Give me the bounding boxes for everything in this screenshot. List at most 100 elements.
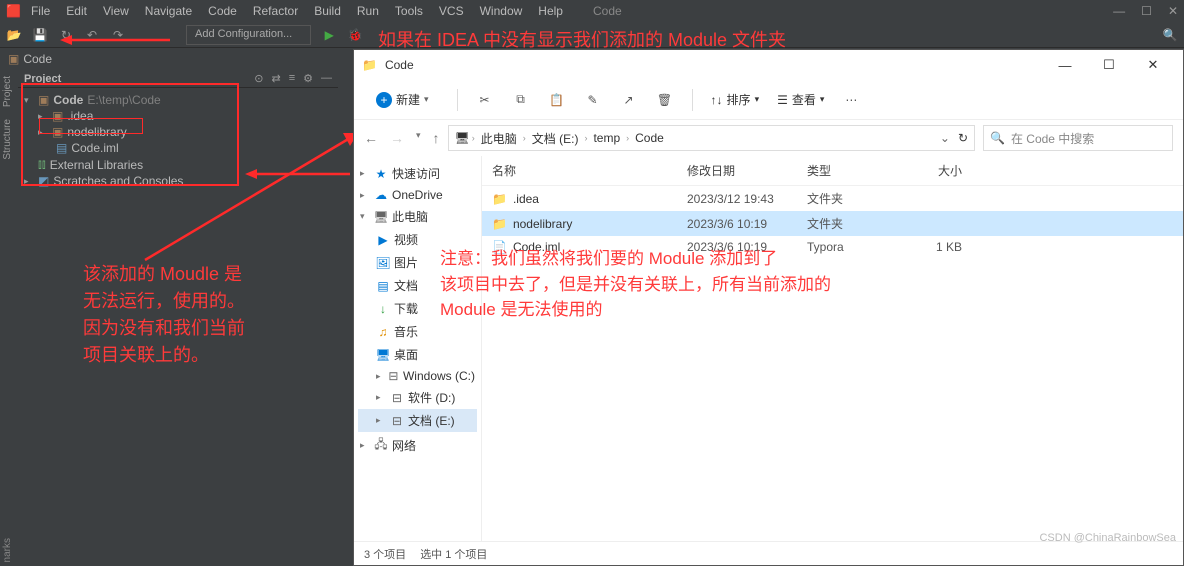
cut-icon[interactable]: ✂ (476, 91, 494, 109)
search-icon[interactable]: 🔍 (1162, 27, 1178, 43)
copy-icon[interactable]: ⧉ (512, 91, 530, 109)
search-icon: 🔍 (990, 131, 1005, 145)
tree-scratch[interactable]: ▸ ◩ Scratches and Consoles (24, 173, 332, 189)
path-code[interactable]: Code (631, 129, 668, 147)
nav-forward-icon[interactable]: → (390, 130, 404, 146)
ide-minimize-icon[interactable]: — (1113, 4, 1125, 18)
sidebar-music[interactable]: ♫音乐 (358, 320, 477, 343)
chevron-down-icon[interactable]: ▾ (24, 95, 34, 106)
delete-icon[interactable]: 🗑 (656, 91, 674, 109)
tree-extlib[interactable]: ⫾⫾ External Libraries (24, 156, 332, 173)
save-icon[interactable]: 💾 (32, 27, 48, 43)
path-pc[interactable]: 此电脑 (477, 128, 521, 149)
refresh-icon[interactable]: ↻ (958, 131, 968, 145)
menu-navigate[interactable]: Navigate (139, 2, 198, 20)
add-configuration-dropdown[interactable]: Add Configuration... (186, 25, 311, 45)
menu-refactor[interactable]: Refactor (247, 2, 304, 20)
video-icon: ▶ (376, 233, 390, 247)
sidebar-docs[interactable]: ▤文档 (358, 274, 477, 297)
file-row[interactable]: 📄Code.iml 2023/3/6 10:19 Typora 1 KB (482, 236, 1183, 258)
file-row[interactable]: 📁nodelibrary 2023/3/6 10:19 文件夹 (482, 211, 1183, 236)
close-button[interactable]: ✕ (1131, 51, 1175, 79)
undo-icon[interactable]: ↶ (84, 27, 100, 43)
chevron-right-icon[interactable]: ▸ (24, 176, 34, 187)
file-list-header[interactable]: 名称 修改日期 类型 大小 (482, 156, 1183, 186)
paste-icon[interactable]: 📋 (548, 91, 566, 109)
menu-window[interactable]: Window (474, 2, 529, 20)
breadcrumb-project[interactable]: Code (23, 52, 52, 66)
sidebar-cdrive[interactable]: ▸⊟Windows (C:) (358, 366, 477, 386)
sort-dropdown[interactable]: ↑↓ 排序 ▾ (711, 91, 760, 108)
debug-icon[interactable]: 🐞 (347, 27, 363, 43)
nav-up-icon[interactable]: ↑ (433, 130, 440, 146)
share-icon[interactable]: ↗ (620, 91, 638, 109)
sidebar-onedrive[interactable]: ▸☁OneDrive (358, 185, 477, 205)
redo-icon[interactable]: ↷ (110, 27, 126, 43)
menu-view[interactable]: View (97, 2, 135, 20)
folder-icon: 📁 (492, 192, 507, 206)
side-tab-bookmarks[interactable]: narks (2, 538, 13, 562)
col-date[interactable]: 修改日期 (687, 162, 807, 179)
open-icon[interactable]: 📂 (6, 27, 22, 43)
pc-icon: 🖥 (455, 131, 470, 145)
ide-maximize-icon[interactable]: ☐ (1141, 4, 1152, 18)
search-input[interactable]: 🔍 在 Code 中搜索 (983, 125, 1173, 151)
path-docs[interactable]: 文档 (E:) (528, 128, 583, 149)
file-row[interactable]: 📁.idea 2023/3/12 19:43 文件夹 (482, 186, 1183, 211)
sort-icon: ↑↓ (711, 93, 723, 107)
side-tab-project[interactable]: Project (0, 70, 15, 113)
sidebar-pc[interactable]: ▾🖥此电脑 (358, 205, 477, 228)
menu-code[interactable]: Code (202, 2, 243, 20)
path-temp[interactable]: temp (589, 129, 624, 147)
hide-icon[interactable]: — (321, 72, 332, 85)
menu-help[interactable]: Help (532, 2, 569, 20)
collapse-icon[interactable]: ≡ (289, 72, 295, 85)
chevron-right-icon[interactable]: ▸ (38, 127, 48, 138)
minimize-button[interactable]: — (1043, 51, 1087, 79)
new-button[interactable]: + 新建 ▾ (366, 87, 439, 112)
sidebar-video[interactable]: ▶视频 (358, 228, 477, 251)
more-icon[interactable]: ⋯ (842, 91, 860, 109)
address-bar[interactable]: 🖥 › 此电脑 › 文档 (E:) › temp › Code ⌄ ↻ (448, 125, 975, 151)
col-size[interactable]: 大小 (902, 162, 962, 179)
maximize-button[interactable]: ☐ (1087, 51, 1131, 79)
sidebar-desktop[interactable]: 🖥桌面 (358, 343, 477, 366)
refresh-icon[interactable]: ↻ (58, 27, 74, 43)
sidebar-downloads[interactable]: ↓下载 (358, 297, 477, 320)
expand-icon[interactable]: ⇄ (271, 72, 280, 85)
nav-back-icon[interactable]: ← (364, 130, 378, 146)
tree-nodelibrary[interactable]: ▸ ▣ nodelibrary (24, 124, 332, 140)
sidebar-network[interactable]: ▸🖧网络 (358, 432, 477, 459)
tree-root[interactable]: ▾ ▣ Code E:\temp\Code (24, 92, 332, 108)
sidebar-edrive[interactable]: ▸⊟文档 (E:) (358, 409, 477, 432)
menu-vcs[interactable]: VCS (433, 2, 470, 20)
menu-run[interactable]: Run (351, 2, 385, 20)
tree-root-name: Code (53, 93, 83, 107)
col-type[interactable]: 类型 (807, 162, 902, 179)
ide-close-icon[interactable]: ✕ (1168, 4, 1178, 18)
run-icon[interactable]: ▶ (321, 27, 337, 43)
side-tab-structure[interactable]: Structure (0, 113, 15, 166)
star-icon: ★ (374, 167, 388, 181)
sidebar-quick-access[interactable]: ▸★快速访问 (358, 162, 477, 185)
chevron-down-icon[interactable]: ⌄ (940, 131, 950, 145)
sidebar-ddrive[interactable]: ▸⊟软件 (D:) (358, 386, 477, 409)
tree-idea[interactable]: ▸ ▣ .idea (24, 108, 332, 124)
menu-file[interactable]: File (25, 2, 56, 20)
ide-menu-bar: 🟥 File Edit View Navigate Code Refactor … (0, 0, 1184, 22)
view-dropdown[interactable]: ☰ 查看 ▾ (777, 91, 824, 108)
settings-icon[interactable]: ⚙ (303, 72, 313, 85)
tree-codeiml[interactable]: ▤ Code.iml (24, 140, 332, 156)
drive-icon: ⊟ (388, 369, 399, 383)
menu-edit[interactable]: Edit (60, 2, 93, 20)
menu-tools[interactable]: Tools (389, 2, 429, 20)
sidebar-pictures[interactable]: 🖼图片 (358, 251, 477, 274)
chevron-right-icon[interactable]: ▸ (38, 111, 48, 122)
chevron-down-icon: ▾ (424, 94, 429, 105)
col-name[interactable]: 名称 (492, 162, 687, 179)
select-file-icon[interactable]: ⊙ (254, 72, 263, 85)
search-placeholder: 在 Code 中搜索 (1011, 130, 1094, 147)
rename-icon[interactable]: ✎ (584, 91, 602, 109)
nav-recent-icon[interactable]: ▾ (416, 130, 421, 146)
menu-build[interactable]: Build (308, 2, 347, 20)
